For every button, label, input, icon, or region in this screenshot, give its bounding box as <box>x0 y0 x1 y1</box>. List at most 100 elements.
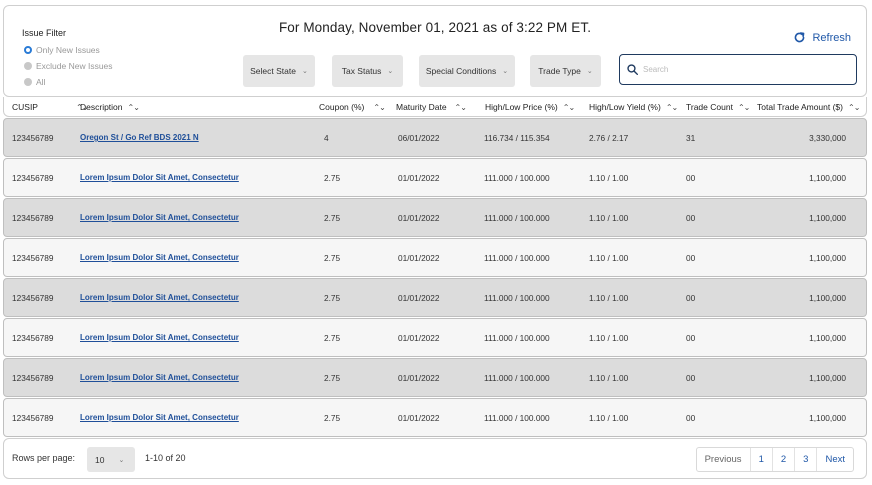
cell-total-amount: 1,100,000 <box>809 212 846 223</box>
dropdown-label: Tax Status <box>341 66 382 76</box>
cell-cusip: 123456789 <box>12 172 54 183</box>
cell-cusip: 123456789 <box>12 252 54 263</box>
cell-maturity: 01/01/2022 <box>398 372 440 383</box>
col-price[interactable]: High/Low Price (%) ⌃⌄ <box>485 97 575 117</box>
cell-total-amount: 1,100,000 <box>809 332 846 343</box>
cell-maturity: 01/01/2022 <box>398 412 440 423</box>
column-label: Trade Count <box>686 102 733 112</box>
cell-cusip: 123456789 <box>12 212 54 223</box>
cell-cusip: 123456789 <box>12 372 54 383</box>
description-link[interactable]: Lorem Ipsum Dolor Sit Amet, Consectetur <box>80 253 239 262</box>
column-label: Total Trade Amount ($) <box>757 102 843 112</box>
description-link[interactable]: Lorem Ipsum Dolor Sit Amet, Consectetur <box>80 213 239 222</box>
description-link[interactable]: Oregon St / Go Ref BDS 2021 N <box>80 133 199 142</box>
description-link[interactable]: Lorem Ipsum Dolor Sit Amet, Consectetur <box>80 293 239 302</box>
cell-coupon: 2.75 <box>324 292 341 303</box>
description-link[interactable]: Lorem Ipsum Dolor Sit Amet, Consectetur <box>80 373 239 382</box>
cell-cusip: 123456789 <box>12 332 54 343</box>
col-maturity[interactable]: Maturity Date ⌃⌄ <box>396 97 467 117</box>
cell-yield: 1.10 / 1.00 <box>589 372 629 383</box>
radio-label: Exclude New Issues <box>36 61 113 71</box>
rows-per-page-select[interactable]: 10 ⌄ <box>87 447 135 472</box>
page-range: 1-10 of 20 <box>145 453 186 463</box>
cell-coupon: 2.75 <box>324 372 341 383</box>
cell-total-amount: 1,100,000 <box>809 172 846 183</box>
cell-description: Oregon St / Go Ref BDS 2021 N <box>80 119 199 156</box>
cell-price: 111.000 / 100.000 <box>484 292 550 303</box>
search-input[interactable] <box>643 65 843 74</box>
col-total-amount[interactable]: Total Trade Amount ($) ⌃⌄ <box>757 97 860 117</box>
cell-coupon: 2.75 <box>324 172 341 183</box>
refresh-button[interactable]: Refresh <box>793 31 851 44</box>
radio-exclude-new-issues[interactable]: Exclude New Issues <box>24 61 113 71</box>
cell-trade-count: 00 <box>686 172 696 183</box>
previous-button[interactable]: Previous <box>697 448 751 471</box>
description-link[interactable]: Lorem Ipsum Dolor Sit Amet, Consectetur <box>80 173 239 182</box>
cell-coupon: 2.75 <box>324 252 341 263</box>
cell-total-amount: 1,100,000 <box>809 292 846 303</box>
cell-price: 111.000 / 100.000 <box>484 252 550 263</box>
page-2-button[interactable]: 2 <box>773 448 796 471</box>
cell-cusip: 123456789 <box>12 132 54 143</box>
cell-trade-count: 00 <box>686 332 696 343</box>
radio-label: Only New Issues <box>36 45 100 55</box>
radio-all[interactable]: All <box>24 77 45 87</box>
rows-per-page-label: Rows per page: <box>12 453 76 463</box>
cell-coupon: 4 <box>324 132 329 143</box>
trade-type-dropdown[interactable]: Trade Type ⌄ <box>530 55 601 87</box>
cell-price: 111.000 / 100.000 <box>484 332 550 343</box>
filter-panel: Issue Filter Only New Issues Exclude New… <box>3 5 867 97</box>
cell-cusip: 123456789 <box>12 292 54 303</box>
radio-only-new-issues[interactable]: Only New Issues <box>24 45 100 55</box>
sort-icon[interactable]: ⌃⌄ <box>455 103 467 112</box>
sort-icon[interactable]: ⌃⌄ <box>373 103 385 112</box>
col-yield[interactable]: High/Low Yield (%) ⌃⌄ <box>589 97 678 117</box>
special-conditions-dropdown[interactable]: Special Conditions ⌄ <box>419 55 515 87</box>
table-row: 123456789 Lorem Ipsum Dolor Sit Amet, Co… <box>3 318 867 357</box>
cell-price: 111.000 / 100.000 <box>484 172 550 183</box>
cell-description: Lorem Ipsum Dolor Sit Amet, Consectetur <box>80 359 239 396</box>
cell-trade-count: 00 <box>686 292 696 303</box>
column-label: High/Low Yield (%) <box>589 102 661 112</box>
refresh-label: Refresh <box>812 31 851 44</box>
cell-coupon: 2.75 <box>324 412 341 423</box>
cell-cusip: 123456789 <box>12 412 54 423</box>
page-1-button[interactable]: 1 <box>751 448 773 471</box>
trades-table: CUSIP ⌃⌄ Description ⌃⌄ Coupon (%) ⌃⌄ Matur… <box>3 97 867 117</box>
sort-icon[interactable]: ⌃⌄ <box>848 103 860 112</box>
cell-description: Lorem Ipsum Dolor Sit Amet, Consectetur <box>80 239 239 276</box>
col-trade-count[interactable]: Trade Count ⌃⌄ <box>686 97 750 117</box>
sort-icon[interactable]: ⌃⌄ <box>666 103 678 112</box>
pagination-footer: Rows per page: 10 ⌄ 1-10 of 20 Previous 1… <box>3 438 867 479</box>
cell-description: Lorem Ipsum Dolor Sit Amet, Consectetur <box>80 159 239 196</box>
description-link[interactable]: Lorem Ipsum Dolor Sit Amet, Consectetur <box>80 413 239 422</box>
sort-icon[interactable]: ⌃⌄ <box>738 103 750 112</box>
cell-price: 111.000 / 100.000 <box>484 372 550 383</box>
col-cusip[interactable]: CUSIP ⌃⌄ <box>12 97 88 117</box>
select-state-dropdown[interactable]: Select State ⌄ <box>243 55 315 87</box>
next-button[interactable]: Next <box>817 448 853 471</box>
rows-per-page-value: 10 <box>95 454 105 465</box>
cell-description: Lorem Ipsum Dolor Sit Amet, Consectetur <box>80 199 239 236</box>
dropdown-label: Trade Type <box>538 66 581 76</box>
sort-icon[interactable]: ⌃⌄ <box>128 103 140 112</box>
radio-unselected-icon[interactable] <box>24 78 32 86</box>
tax-status-dropdown[interactable]: Tax Status ⌄ <box>332 55 403 87</box>
cell-price: 116.734 / 115.354 <box>484 132 550 143</box>
sort-icon[interactable]: ⌃⌄ <box>563 103 575 112</box>
chevron-down-icon: ⌄ <box>387 68 394 75</box>
col-description[interactable]: Description ⌃⌄ <box>80 97 140 117</box>
radio-selected-icon[interactable] <box>24 46 32 54</box>
dropdown-label: Special Conditions <box>425 66 497 76</box>
dropdown-label: Select State <box>250 66 296 76</box>
cell-total-amount: 1,100,000 <box>809 412 846 423</box>
table-row: 123456789 Oregon St / Go Ref BDS 2021 N … <box>3 118 867 157</box>
col-coupon[interactable]: Coupon (%) ⌃⌄ <box>319 97 386 117</box>
cell-coupon: 2.75 <box>324 332 341 343</box>
search-box[interactable] <box>619 54 857 85</box>
description-link[interactable]: Lorem Ipsum Dolor Sit Amet, Consectetur <box>80 333 239 342</box>
table-row: 123456789 Lorem Ipsum Dolor Sit Amet, Co… <box>3 238 867 277</box>
radio-unselected-icon[interactable] <box>24 62 32 70</box>
cell-yield: 1.10 / 1.00 <box>589 172 629 183</box>
page-3-button[interactable]: 3 <box>795 448 818 471</box>
